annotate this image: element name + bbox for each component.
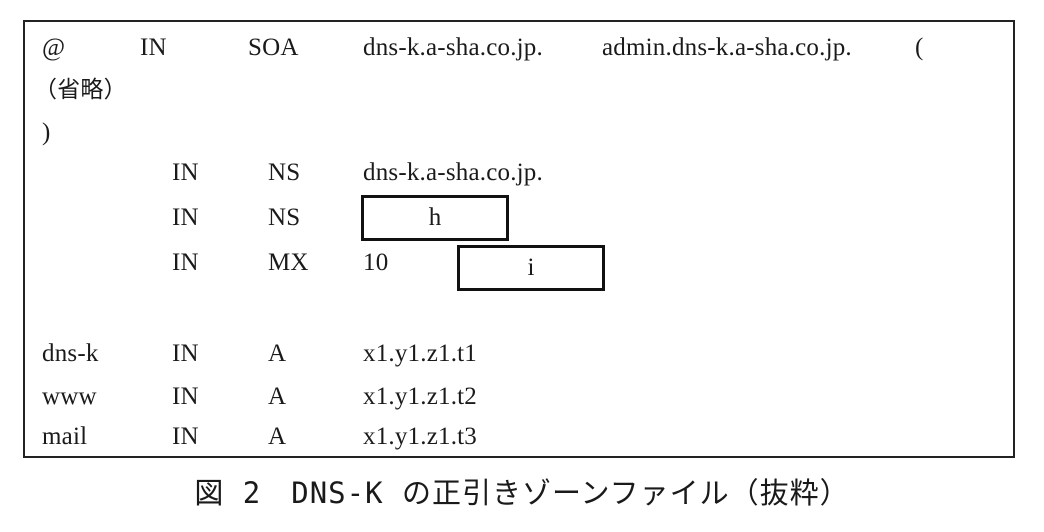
record-class: IN: [172, 204, 199, 231]
record-value: x1.y1.z1.t3: [363, 423, 477, 450]
record-type: A: [268, 423, 287, 450]
soa-omitted: （省略）: [34, 77, 127, 103]
mx-priority: 10: [363, 249, 389, 276]
record-type: A: [268, 340, 287, 367]
soa-admin: admin.dns-k.a-sha.co.jp.: [602, 34, 852, 61]
record-type: A: [268, 383, 287, 410]
record-class: IN: [172, 423, 199, 450]
record-name: mail: [42, 423, 88, 450]
answer-blank-h: h: [361, 195, 509, 241]
figure-caption: 図 2 DNS-K の正引きゾーンファイル（抜粋）: [194, 476, 850, 510]
soa-primary-ns: dns-k.a-sha.co.jp.: [363, 34, 543, 61]
soa-close-paren: ): [42, 119, 51, 146]
record-class: IN: [172, 249, 199, 276]
soa-class: IN: [140, 34, 167, 61]
answer-blank-i: i: [457, 245, 605, 291]
record-value: x1.y1.z1.t1: [363, 340, 477, 367]
soa-type: SOA: [248, 34, 299, 61]
record-name: dns-k: [42, 340, 99, 367]
record-value: dns-k.a-sha.co.jp.: [363, 159, 543, 186]
record-type: NS: [268, 204, 301, 231]
record-class: IN: [172, 383, 199, 410]
blank-label-h: h: [428, 204, 442, 231]
soa-name: @: [42, 34, 66, 61]
record-value: x1.y1.z1.t2: [363, 383, 477, 410]
record-class: IN: [172, 340, 199, 367]
blank-label-i: i: [527, 254, 535, 281]
record-type: NS: [268, 159, 301, 186]
record-class: IN: [172, 159, 199, 186]
record-type: MX: [268, 249, 309, 276]
soa-open-paren: (: [915, 34, 924, 61]
record-name: www: [42, 383, 97, 410]
